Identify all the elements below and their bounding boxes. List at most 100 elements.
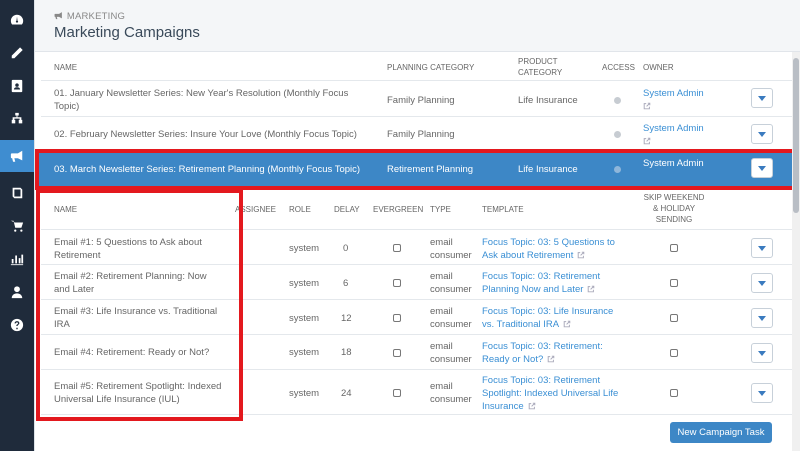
template-link[interactable]: Focus Topic: 03: Retirement Spotlight: I… — [482, 374, 642, 413]
caret-down-icon — [758, 165, 766, 171]
skip-weekend-checkbox[interactable] — [670, 349, 678, 357]
user-icon[interactable] — [0, 276, 34, 308]
globe-icon — [614, 97, 621, 104]
task-name[interactable]: Email #4: Retirement: Ready or Not? — [54, 346, 209, 359]
task-name-line1: Email #4: Retirement: Ready or Not? — [54, 347, 210, 358]
skip-weekend-checkbox[interactable] — [670, 314, 678, 322]
col-header-skip-weekend[interactable]: SKIP WEEKEND & HOLIDAY SENDING — [634, 192, 714, 225]
template-line2-text: Planning Now and Later — [482, 284, 584, 295]
campaign-name[interactable]: 01. January Newsletter Series: New Year'… — [54, 87, 374, 113]
bar-chart-icon[interactable] — [0, 243, 34, 275]
col-header-assignee[interactable]: ASSIGNEE — [235, 204, 276, 215]
col-header-owner[interactable]: OWNER — [643, 62, 674, 73]
external-link-icon — [587, 284, 595, 293]
task-name-line1: Email #5: Retirement Spotlight: Indexed — [54, 381, 222, 392]
external-link-icon — [547, 354, 555, 363]
template-link[interactable]: Focus Topic: 03: Life Insurance vs. Trad… — [482, 305, 632, 331]
task-type-line2: consumer — [430, 250, 472, 261]
cart-icon[interactable] — [0, 210, 34, 242]
task-delay: 6 — [343, 278, 349, 289]
scrollbar[interactable] — [792, 52, 800, 451]
col-header-evergreen[interactable]: EVERGREEN — [373, 204, 423, 215]
product-category: Life Insurance — [518, 95, 578, 106]
task-role: system — [289, 347, 320, 358]
template-link[interactable]: Focus Topic: 03: Retirement Planning Now… — [482, 270, 632, 296]
col-header-product-category[interactable]: PRODUCT CATEGORY — [518, 56, 562, 78]
task-name-line1: Email #2: Retirement Planning: Now — [54, 271, 207, 282]
row-actions-dropdown[interactable] — [751, 124, 773, 144]
col-header-planning-category[interactable]: PLANNING CATEGORY — [387, 62, 474, 73]
template-line2: Spotlight: Indexed Universal Life — [482, 388, 619, 399]
row-actions-dropdown[interactable] — [751, 88, 773, 108]
globe-icon — [614, 166, 621, 173]
globe-icon — [614, 131, 621, 138]
megaphone-icon — [54, 11, 64, 22]
breadcrumb[interactable]: MARKETING — [54, 11, 125, 22]
col-header-template[interactable]: TEMPLATE — [482, 204, 524, 215]
task-type-line2: consumer — [430, 354, 472, 365]
owner-link[interactable]: System Admin — [643, 87, 704, 113]
campaign-name[interactable]: 03. March Newsletter Series: Retirement … — [54, 163, 379, 176]
template-line3: Insurance — [482, 400, 642, 413]
contact-card-icon[interactable] — [0, 70, 34, 102]
evergreen-checkbox[interactable] — [393, 279, 401, 287]
template-line2-text: Ask about Retirement — [482, 250, 574, 261]
skip-weekend-checkbox[interactable] — [670, 389, 678, 397]
evergreen-checkbox[interactable] — [393, 389, 401, 397]
owner-link[interactable]: System Admin — [643, 157, 704, 170]
evergreen-checkbox[interactable] — [393, 349, 401, 357]
task-actions-dropdown[interactable] — [751, 238, 773, 258]
task-name[interactable]: Email #2: Retirement Planning: Now and L… — [54, 270, 207, 296]
col-header-delay[interactable]: DELAY — [334, 204, 360, 215]
sidebar — [0, 0, 34, 451]
external-link-icon — [643, 101, 651, 110]
task-actions-dropdown[interactable] — [751, 273, 773, 293]
skip-weekend-checkbox[interactable] — [670, 244, 678, 252]
task-name[interactable]: Email #5: Retirement Spotlight: Indexed … — [54, 380, 221, 406]
template-link[interactable]: Focus Topic: 03: Retirement: Ready or No… — [482, 340, 632, 366]
template-line2: Ask about Retirement — [482, 249, 632, 262]
new-campaign-task-button[interactable]: New Campaign Task — [670, 422, 772, 443]
task-type-line2: consumer — [430, 284, 472, 295]
external-link-icon — [643, 136, 651, 145]
evergreen-checkbox[interactable] — [393, 314, 401, 322]
divider — [41, 116, 793, 117]
campaign-name-line1: 01. January Newsletter Series: New Year'… — [54, 88, 349, 99]
divider — [41, 334, 793, 335]
divider — [41, 80, 793, 81]
template-line2-text: Ready or Not? — [482, 354, 544, 365]
skip-weekend-checkbox[interactable] — [670, 279, 678, 287]
external-link-icon — [577, 250, 585, 259]
org-chart-icon[interactable] — [0, 103, 34, 135]
task-actions-dropdown[interactable] — [751, 383, 773, 403]
campaign-name[interactable]: 02. February Newsletter Series: Insure Y… — [54, 128, 379, 141]
evergreen-checkbox[interactable] — [393, 244, 401, 252]
task-name[interactable]: Email #1: 5 Questions to Ask about Retir… — [54, 236, 202, 262]
campaign-name-line2: Topic) — [54, 101, 80, 112]
col-header-task-name[interactable]: NAME — [54, 204, 77, 215]
task-actions-dropdown[interactable] — [751, 308, 773, 328]
task-name[interactable]: Email #3: Life Insurance vs. Traditional… — [54, 305, 217, 331]
task-name-line1: Email #1: 5 Questions to Ask about — [54, 237, 202, 248]
scrollbar-thumb[interactable] — [793, 58, 799, 213]
row-actions-dropdown[interactable] — [751, 158, 773, 178]
owner-link[interactable]: System Admin — [643, 122, 704, 148]
page-title: Marketing Campaigns — [54, 24, 200, 41]
planning-category: Family Planning — [387, 129, 455, 140]
megaphone-icon[interactable] — [0, 140, 34, 172]
task-type: email consumer — [430, 380, 472, 406]
task-actions-dropdown[interactable] — [751, 343, 773, 363]
book-icon[interactable] — [0, 177, 34, 209]
col-header-type[interactable]: TYPE — [430, 204, 451, 215]
template-line1: Focus Topic: 03: 5 Questions to — [482, 237, 615, 248]
col-header-role[interactable]: ROLE — [289, 204, 311, 215]
dashboard-icon[interactable] — [0, 4, 34, 36]
col-header-access[interactable]: ACCESS — [602, 62, 635, 73]
pencil-icon[interactable] — [0, 37, 34, 69]
task-type: email consumer — [430, 236, 472, 262]
task-name-line2: and Later — [54, 284, 95, 295]
breadcrumb-label: MARKETING — [66, 11, 126, 22]
col-header-name[interactable]: NAME — [54, 62, 77, 73]
help-icon[interactable] — [0, 309, 34, 341]
template-link[interactable]: Focus Topic: 03: 5 Questions to Ask abou… — [482, 236, 632, 262]
